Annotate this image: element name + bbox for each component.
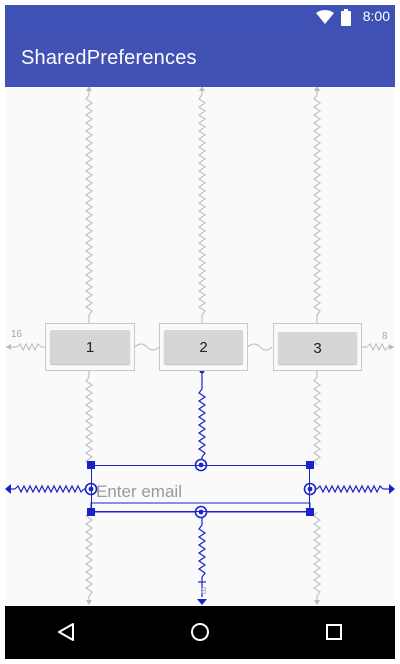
recents-icon[interactable] xyxy=(325,623,343,641)
button-2[interactable]: 2 xyxy=(159,323,248,371)
button-2-label: 2 xyxy=(164,330,243,364)
down-arrow-icon xyxy=(197,599,207,605)
device-screen: 16 8 8 1 2 3 8:00 SharedPreferences xyxy=(5,5,395,659)
button-3[interactable]: 3 xyxy=(273,323,362,371)
right-arrow-icon xyxy=(389,484,395,494)
margin-left-label: 16 xyxy=(11,329,23,340)
email-input[interactable] xyxy=(92,480,309,504)
status-time: 8:00 xyxy=(362,8,390,24)
home-icon[interactable] xyxy=(190,622,210,642)
navigation-bar xyxy=(5,606,395,659)
margin-right-label: 8 xyxy=(382,331,388,342)
app-bar: SharedPreferences xyxy=(5,30,395,87)
button-2-vertical-constraints xyxy=(197,86,207,323)
left-arrow-icon xyxy=(5,484,11,494)
button-1[interactable]: 1 xyxy=(45,323,135,371)
button-1-label: 1 xyxy=(50,330,130,364)
margin-bottom-label: 8 xyxy=(201,586,207,597)
battery-icon xyxy=(341,9,351,26)
button-3-label: 3 xyxy=(278,332,357,364)
status-bar: 8:00 xyxy=(5,5,395,30)
app-title: SharedPreferences xyxy=(21,47,197,69)
wifi-icon xyxy=(316,10,334,24)
back-icon[interactable] xyxy=(57,622,75,642)
email-field[interactable] xyxy=(91,465,310,512)
